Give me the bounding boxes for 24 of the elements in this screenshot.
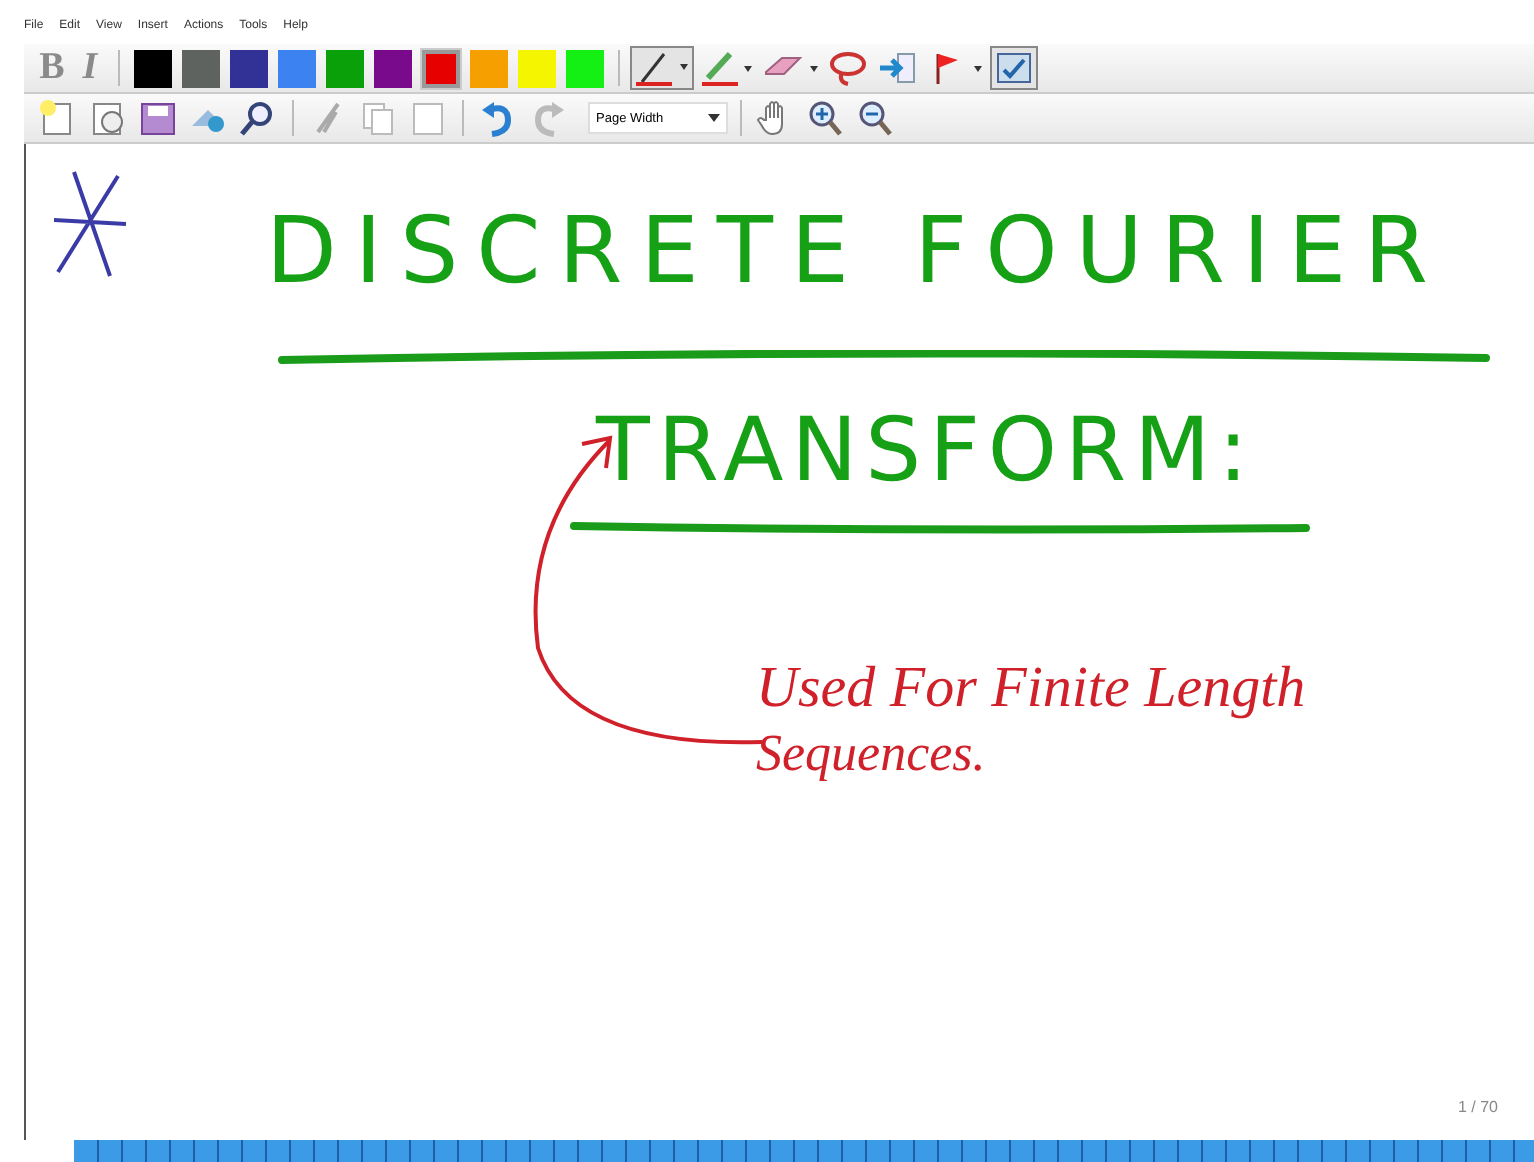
save-icon[interactable] (136, 98, 180, 138)
color-swatch[interactable] (134, 49, 172, 87)
color-swatch[interactable] (422, 49, 460, 87)
handwritten-note: Sequences. (756, 724, 986, 784)
caret-icon (708, 114, 720, 122)
handwritten-note: Used For Finite Length (756, 656, 1306, 722)
lasso-icon[interactable] (826, 48, 870, 88)
page-counter: 1 / 70 (1457, 1098, 1498, 1116)
pen-icon[interactable] (632, 48, 692, 88)
highlighter-icon[interactable] (698, 48, 754, 88)
zoom-in-icon[interactable] (804, 98, 848, 138)
color-swatch[interactable] (374, 49, 412, 87)
insert-space-icon[interactable] (876, 48, 920, 88)
color-swatch[interactable] (182, 49, 220, 87)
handwritten-title: TRANSFORM: (596, 400, 1256, 502)
color-swatch[interactable] (518, 49, 556, 87)
handwritten-title: DISCRETE FOURIER (266, 196, 1447, 304)
asterisk-drawing (50, 168, 130, 280)
color-swatch[interactable] (470, 49, 508, 87)
color-swatch[interactable] (566, 49, 604, 87)
color-swatch[interactable] (278, 49, 316, 87)
color-swatch[interactable] (326, 49, 364, 87)
zoom-out-icon[interactable] (854, 98, 898, 138)
color-swatch[interactable] (230, 49, 268, 87)
